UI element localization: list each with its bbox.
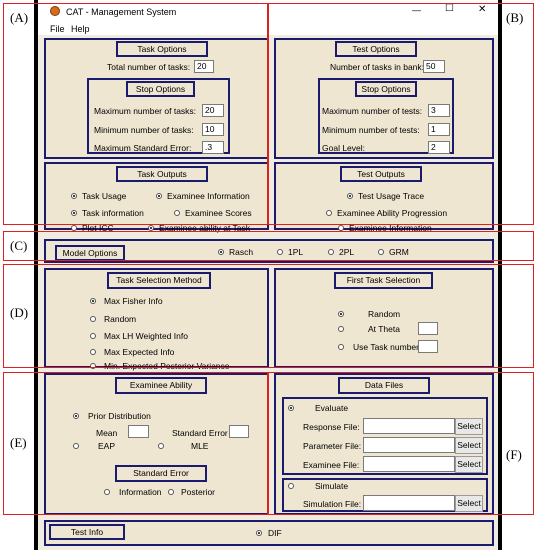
label-d: (D)	[10, 305, 29, 320]
label-a: (A)	[10, 10, 29, 25]
label-e: (E)	[10, 435, 27, 450]
label-b: (B)	[506, 10, 524, 25]
annotation-box-c	[3, 231, 534, 261]
annotation-box-e	[3, 372, 268, 515]
annotation-box-f	[268, 372, 534, 515]
annotation-box-b	[268, 3, 534, 225]
dif-radio[interactable]	[256, 530, 262, 536]
test-info-title: Test Info	[49, 524, 125, 540]
label-f: (F)	[506, 447, 522, 462]
dif-label: DIF	[268, 528, 282, 538]
annotation-box-a	[3, 3, 268, 225]
annotation-box-d	[3, 264, 534, 368]
label-c: (C)	[10, 238, 28, 253]
